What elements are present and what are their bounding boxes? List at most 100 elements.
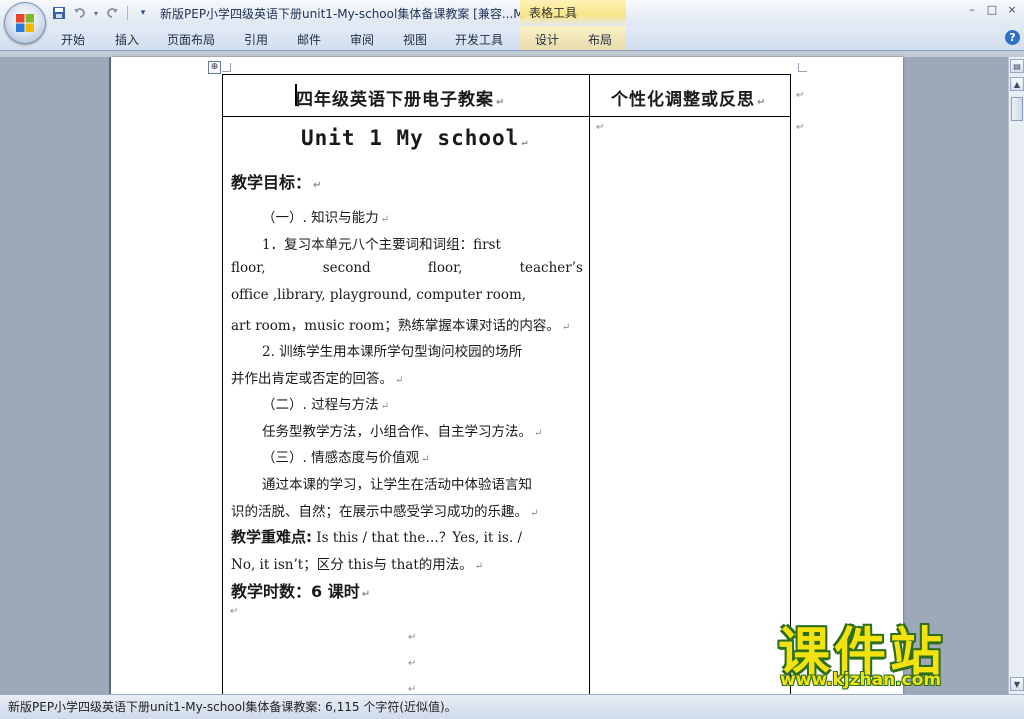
save-icon[interactable] xyxy=(50,4,68,22)
tab-developer[interactable]: 开发工具 xyxy=(455,31,503,48)
paragraph-mark: ↵ xyxy=(521,137,529,148)
section-knowledge-heading: （一）. 知识与能力 ↵ xyxy=(262,206,389,226)
table-border xyxy=(222,74,223,695)
table-move-handle[interactable]: ⊕ xyxy=(208,61,221,74)
row-end-mark: ↵ xyxy=(796,122,805,133)
objectives-heading-text: 教学目标： xyxy=(231,173,312,192)
paragraph-mark: ↵ xyxy=(380,214,389,225)
paragraph-mark: ↵ xyxy=(408,632,417,643)
help-button[interactable]: ? xyxy=(1005,30,1020,45)
word: floor, xyxy=(427,260,463,276)
tab-insert[interactable]: 插入 xyxy=(115,31,139,48)
key-points-text: Is this / that the…？Yes, it is. / xyxy=(316,530,522,546)
contextual-tab-label: 表格工具 xyxy=(529,6,578,20)
close-button[interactable]: × xyxy=(1004,2,1020,18)
key-points-line: 教学重难点: Is this / that the…？Yes, it is. / xyxy=(231,526,522,547)
item2-line-text: 并作出肯定或否定的回答。 xyxy=(231,371,393,387)
undo-icon[interactable] xyxy=(71,4,89,22)
tab-table-design[interactable]: 设计 xyxy=(535,31,559,48)
ruler-toggle-icon[interactable]: ▤ xyxy=(1010,59,1024,73)
undo-dropdown-icon[interactable]: ▾ xyxy=(92,4,100,22)
margin-corner-mark xyxy=(798,63,807,72)
redo-icon[interactable] xyxy=(103,4,121,22)
window-title: 新版PEP小学四级英语下册unit1-My-school集体备课教案 [兼容..… xyxy=(160,7,524,21)
paragraph-mark: ↵ xyxy=(361,589,371,600)
table-border xyxy=(222,74,791,75)
status-word-count[interactable]: 新版PEP小学四级英语下册unit1-My-school集体备课教案: 6,11… xyxy=(8,698,457,715)
customize-icon[interactable]: ▾ xyxy=(134,4,152,22)
tab-mailings[interactable]: 邮件 xyxy=(297,31,321,48)
vertical-scrollbar[interactable]: ▤ ▲ ▼ xyxy=(1008,57,1024,694)
header-cell-plan[interactable]: 四年级英语下册电子教案 ↵ xyxy=(296,85,505,110)
paragraph-mark: ↵ xyxy=(313,180,322,191)
key-points-line: No, it isn’t；区分 this与 that的用法。 ↵ xyxy=(231,553,483,573)
item1-line: office ,library, playground, computer ro… xyxy=(231,287,527,303)
text-cursor xyxy=(295,84,297,106)
watermark-url: www.kjzhan.com xyxy=(780,670,942,690)
section-attitude-body: 识的活脱、自然；在展示中感受学习成功的乐趣。 ↵ xyxy=(231,500,538,520)
tab-table-layout[interactable]: 布局 xyxy=(588,31,612,48)
section-attitude-text: （三）. 情感态度与价值观 xyxy=(262,450,420,466)
paragraph-mark: ↵ xyxy=(496,97,506,108)
item1-line: 1．复习本单元八个主要词和词组：first xyxy=(262,237,501,253)
unit-title: Unit 1 My school ↵ xyxy=(301,126,528,150)
paragraph-mark: ↵ xyxy=(395,375,404,386)
tab-home[interactable]: 开始 xyxy=(61,31,85,48)
table-border xyxy=(222,116,791,117)
section-process-text: （二）. 过程与方法 xyxy=(262,397,379,413)
status-bar: 新版PEP小学四级英语下册unit1-My-school集体备课教案: 6,11… xyxy=(0,694,1024,719)
item1-line: art room，music room；熟练掌握本课对话的内容。 ↵ xyxy=(231,314,570,334)
paragraph-mark: ↵ xyxy=(408,658,417,669)
contextual-tab-group: 表格工具 xyxy=(520,0,626,26)
toolbar-separator xyxy=(127,6,128,20)
window-controls: – □ × xyxy=(964,2,1020,18)
word: teacher’s xyxy=(519,260,583,276)
section-attitude-heading: （三）. 情感态度与价值观 ↵ xyxy=(262,446,429,466)
margin-corner-mark xyxy=(222,63,231,72)
site-watermark: 课件站 www.kjzhan.com xyxy=(766,610,1006,694)
table-border xyxy=(589,74,590,695)
scroll-up-button[interactable]: ▲ xyxy=(1010,77,1024,91)
paragraph-mark: ↵ xyxy=(530,508,539,519)
item2-line: 2. 训练学生用本课所学句型询问校园的场所 xyxy=(262,344,523,360)
ribbon-tab-bar: 开始 插入 页面布局 引用 邮件 审阅 视图 开发工具 设计 布局 ? xyxy=(0,26,1024,51)
paragraph-mark: ↵ xyxy=(474,561,484,572)
paragraph-mark: ↵ xyxy=(561,322,571,333)
header-reflection-text: 个性化调整或反思 xyxy=(611,90,755,110)
title-bar: ▾ ▾ 新版PEP小学四级英语下册unit1-My-school集体备课教案 [… xyxy=(0,0,1024,26)
header-cell-reflection[interactable]: 个性化调整或反思 ↵ xyxy=(611,85,766,110)
section-process-body-text: 任务型教学方法，小组合作、自主学习方法。 xyxy=(262,424,532,440)
quick-access-toolbar: ▾ ▾ xyxy=(50,3,152,23)
row-end-mark: ↵ xyxy=(796,90,805,101)
tab-references[interactable]: 引用 xyxy=(244,31,268,48)
office-logo-icon xyxy=(16,14,34,32)
teaching-hours: 教学时数：6 课时 ↵ xyxy=(231,578,370,602)
section-knowledge-text: （一）. 知识与能力 xyxy=(262,210,379,226)
lesson-plan-table[interactable]: 四年级英语下册电子教案 ↵ 个性化调整或反思 ↵ ↵ Unit 1 My schoo… xyxy=(222,74,804,695)
teaching-hours-text: 教学时数：6 课时 xyxy=(231,582,360,601)
paragraph-mark: ↵ xyxy=(596,122,605,133)
section-attitude-body: 通过本课的学习，让学生在活动中体验语言知 xyxy=(262,477,532,493)
tab-page-layout[interactable]: 页面布局 xyxy=(167,31,215,48)
paragraph-mark: ↵ xyxy=(534,428,543,439)
paragraph-mark: ↵ xyxy=(421,454,430,465)
office-button[interactable] xyxy=(4,2,46,44)
section-process-body: 任务型教学方法，小组合作、自主学习方法。 ↵ xyxy=(262,420,542,440)
maximize-button[interactable]: □ xyxy=(984,2,1000,18)
scrollbar-thumb[interactable] xyxy=(1011,97,1023,121)
key-points-text: No, it isn’t；区分 this与 that的用法。 xyxy=(231,557,473,573)
section-attitude-body-text: 识的活脱、自然；在展示中感受学习成功的乐趣。 xyxy=(231,504,528,520)
tab-review[interactable]: 审阅 xyxy=(350,31,374,48)
header-plan-text: 四年级英语下册电子教案 xyxy=(296,90,494,110)
item1-line-text: art room，music room；熟练掌握本课对话的内容。 xyxy=(231,318,560,334)
item1-line-justified: floor, second floor, teacher’s xyxy=(231,260,583,276)
table-border xyxy=(790,74,791,695)
tab-view[interactable]: 视图 xyxy=(403,31,427,48)
unit-title-text: Unit 1 My school xyxy=(301,126,520,150)
paragraph-mark: ↵ xyxy=(380,401,389,412)
objectives-heading: 教学目标： ↵ xyxy=(231,169,321,193)
section-process-heading: （二）. 过程与方法 ↵ xyxy=(262,393,389,413)
word: floor, xyxy=(231,260,266,276)
minimize-button[interactable]: – xyxy=(964,2,980,18)
scroll-down-button[interactable]: ▼ xyxy=(1010,677,1024,691)
